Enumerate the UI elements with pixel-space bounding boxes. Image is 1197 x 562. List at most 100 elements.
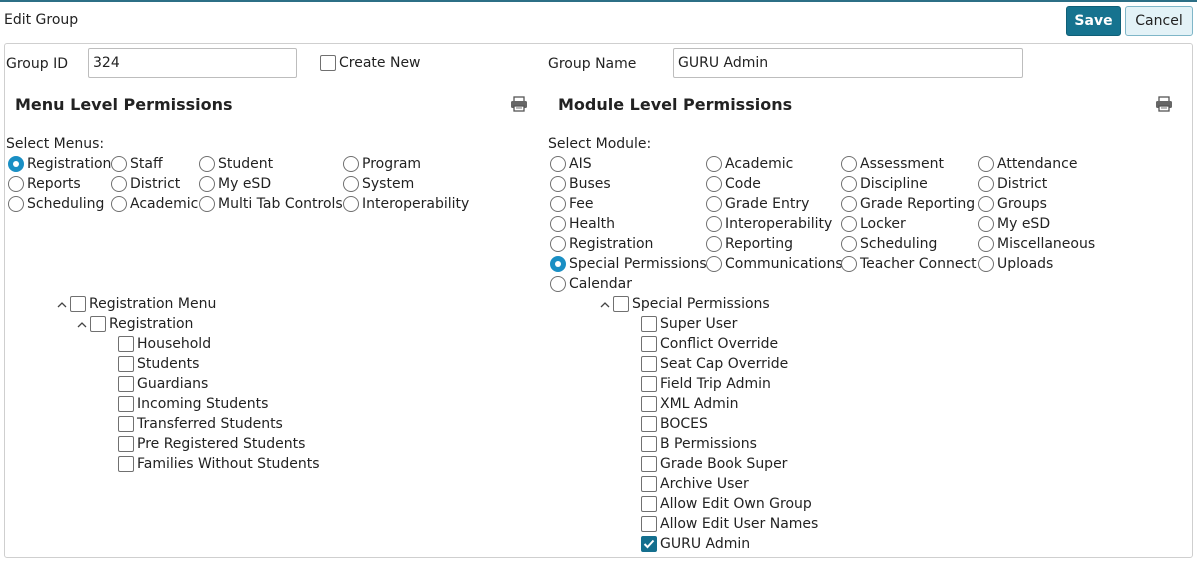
checkbox[interactable] <box>118 396 134 412</box>
save-button[interactable]: Save <box>1066 6 1121 36</box>
radio-button[interactable] <box>978 176 994 192</box>
group-name-input[interactable] <box>673 48 1023 78</box>
cancel-button[interactable]: Cancel <box>1125 6 1193 36</box>
radio-special-permissions[interactable]: Special Permissions <box>550 254 707 274</box>
radio-attendance[interactable]: Attendance <box>978 154 1077 174</box>
checkbox[interactable] <box>118 356 134 372</box>
checkbox-item-incoming-students[interactable]: Incoming Students <box>118 394 268 414</box>
checkbox-item-household[interactable]: Household <box>118 334 211 354</box>
tree-node-registration[interactable]: Registration <box>75 314 193 334</box>
radio-button[interactable] <box>841 256 857 272</box>
checkbox[interactable] <box>613 296 629 312</box>
radio-button[interactable] <box>550 276 566 292</box>
radio-communications[interactable]: Communications <box>706 254 843 274</box>
create-new-checkbox[interactable]: Create New <box>320 53 421 73</box>
checkbox-item-allow-edit-own-group[interactable]: Allow Edit Own Group <box>641 494 812 514</box>
tree-node-special-permissions[interactable]: Special Permissions <box>598 294 770 314</box>
checkbox-item-super-user[interactable]: Super User <box>641 314 737 334</box>
radio-teacher-connect[interactable]: Teacher Connect <box>841 254 977 274</box>
radio-button[interactable] <box>343 156 359 172</box>
checkbox-item-students[interactable]: Students <box>118 354 199 374</box>
radio-my-esd[interactable]: My eSD <box>199 174 271 194</box>
radio-miscellaneous[interactable]: Miscellaneous <box>978 234 1095 254</box>
radio-district[interactable]: District <box>978 174 1047 194</box>
radio-button[interactable] <box>978 216 994 232</box>
checkbox-item-guardians[interactable]: Guardians <box>118 374 208 394</box>
radio-button[interactable] <box>841 216 857 232</box>
checkbox-item-b-permissions[interactable]: B Permissions <box>641 434 757 454</box>
checkbox-item-guru-admin[interactable]: GURU Admin <box>641 534 750 554</box>
checkbox[interactable] <box>641 396 657 412</box>
chevron-up-icon[interactable] <box>75 316 89 332</box>
radio-system[interactable]: System <box>343 174 414 194</box>
radio-district[interactable]: District <box>111 174 180 194</box>
radio-button[interactable] <box>8 196 24 212</box>
radio-multi-tab-controls[interactable]: Multi Tab Controls <box>199 194 343 214</box>
printer-icon[interactable] <box>1155 96 1173 112</box>
checkbox-item-boces[interactable]: BOCES <box>641 414 708 434</box>
radio-buses[interactable]: Buses <box>550 174 611 194</box>
radio-button[interactable] <box>841 236 857 252</box>
radio-assessment[interactable]: Assessment <box>841 154 944 174</box>
radio-button[interactable] <box>978 256 994 272</box>
checkbox[interactable] <box>641 316 657 332</box>
radio-groups[interactable]: Groups <box>978 194 1047 214</box>
radio-discipline[interactable]: Discipline <box>841 174 928 194</box>
radio-button[interactable] <box>706 196 722 212</box>
checkbox[interactable] <box>118 456 134 472</box>
radio-button[interactable] <box>978 156 994 172</box>
radio-button[interactable] <box>978 196 994 212</box>
checkbox[interactable] <box>641 516 657 532</box>
chevron-up-icon[interactable] <box>598 296 612 312</box>
radio-health[interactable]: Health <box>550 214 615 234</box>
radio-button[interactable] <box>706 216 722 232</box>
checkbox[interactable] <box>118 436 134 452</box>
radio-fee[interactable]: Fee <box>550 194 594 214</box>
radio-grade-reporting[interactable]: Grade Reporting <box>841 194 975 214</box>
checkbox-item-xml-admin[interactable]: XML Admin <box>641 394 739 414</box>
checkbox[interactable] <box>641 536 657 552</box>
radio-button[interactable] <box>550 216 566 232</box>
radio-scheduling[interactable]: Scheduling <box>8 194 104 214</box>
checkbox[interactable] <box>320 55 336 71</box>
checkbox[interactable] <box>641 336 657 352</box>
tree-node-registration-menu[interactable]: Registration Menu <box>55 294 216 314</box>
checkbox[interactable] <box>70 296 86 312</box>
radio-student[interactable]: Student <box>199 154 273 174</box>
radio-grade-entry[interactable]: Grade Entry <box>706 194 809 214</box>
radio-button[interactable] <box>199 196 215 212</box>
radio-button[interactable] <box>978 236 994 252</box>
checkbox[interactable] <box>118 416 134 432</box>
radio-reports[interactable]: Reports <box>8 174 81 194</box>
radio-calendar[interactable]: Calendar <box>550 274 632 294</box>
checkbox[interactable] <box>641 456 657 472</box>
radio-registration[interactable]: Registration <box>8 154 111 174</box>
chevron-up-icon[interactable] <box>55 296 69 312</box>
radio-interoperability[interactable]: Interoperability <box>343 194 469 214</box>
checkbox[interactable] <box>641 376 657 392</box>
radio-my-esd[interactable]: My eSD <box>978 214 1050 234</box>
checkbox[interactable] <box>641 356 657 372</box>
radio-button[interactable] <box>706 156 722 172</box>
radio-ais[interactable]: AIS <box>550 154 592 174</box>
checkbox[interactable] <box>118 336 134 352</box>
radio-registration[interactable]: Registration <box>550 234 653 254</box>
checkbox[interactable] <box>90 316 106 332</box>
radio-button[interactable] <box>706 236 722 252</box>
radio-locker[interactable]: Locker <box>841 214 906 234</box>
radio-button[interactable] <box>550 196 566 212</box>
checkbox-item-field-trip-admin[interactable]: Field Trip Admin <box>641 374 771 394</box>
checkbox[interactable] <box>641 496 657 512</box>
checkbox-item-grade-book-super[interactable]: Grade Book Super <box>641 454 787 474</box>
radio-reporting[interactable]: Reporting <box>706 234 793 254</box>
radio-button[interactable] <box>550 256 566 272</box>
radio-code[interactable]: Code <box>706 174 761 194</box>
checkbox-item-pre-registered-students[interactable]: Pre Registered Students <box>118 434 305 454</box>
checkbox[interactable] <box>641 476 657 492</box>
radio-interoperability[interactable]: Interoperability <box>706 214 832 234</box>
checkbox[interactable] <box>118 376 134 392</box>
radio-button[interactable] <box>841 176 857 192</box>
radio-button[interactable] <box>841 196 857 212</box>
radio-staff[interactable]: Staff <box>111 154 163 174</box>
group-id-input[interactable] <box>88 48 297 78</box>
